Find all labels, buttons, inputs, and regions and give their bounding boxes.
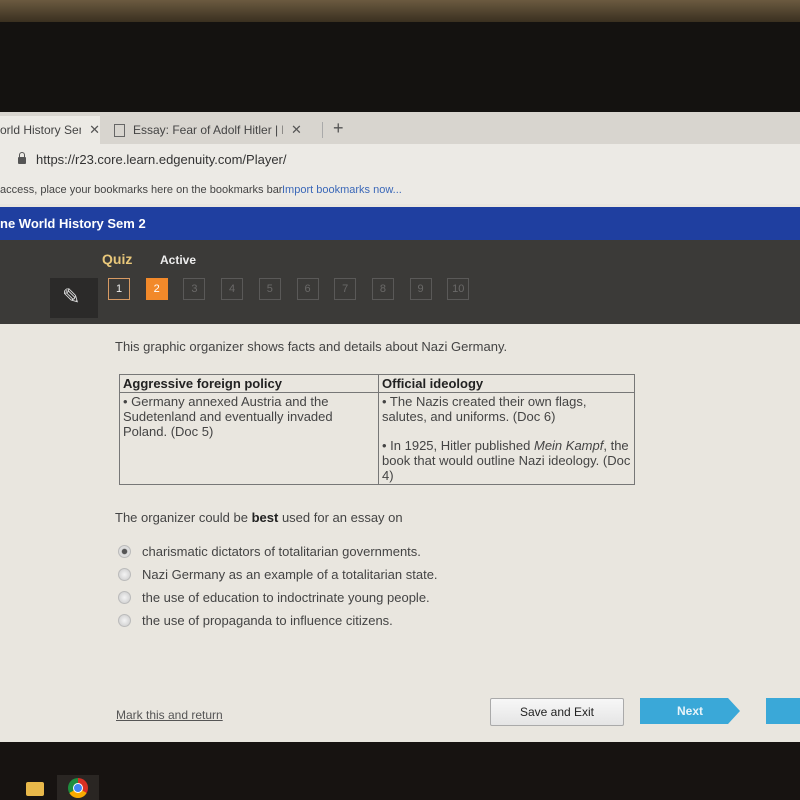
radio-button[interactable] <box>118 568 131 581</box>
answer-option[interactable]: the use of propaganda to influence citiz… <box>118 609 438 632</box>
question-number-3[interactable]: 3 <box>183 278 206 300</box>
question-panel: This graphic organizer shows facts and d… <box>102 324 800 740</box>
bookmarks-bar: access, place your bookmarks here on the… <box>0 176 800 204</box>
answer-option-label: the use of propaganda to influence citiz… <box>142 613 393 628</box>
ideology-item: • In 1925, Hitler published Mein Kampf, … <box>382 438 631 483</box>
question-number-7[interactable]: 7 <box>334 278 357 300</box>
bookmarks-message: access, place your bookmarks here on the… <box>0 184 285 196</box>
mark-and-return-link[interactable]: Mark this and return <box>116 708 223 722</box>
radio-button[interactable] <box>118 591 131 604</box>
question-number-6[interactable]: 6 <box>296 278 319 300</box>
quiz-nav-bar: Quiz Active ✎ 1 2 3 4 5 6 7 8 9 10 <box>0 240 800 324</box>
tab-world-history[interactable]: orld History Sem ✕ <box>0 116 100 144</box>
question-text: The organizer could be best used for an … <box>115 510 403 525</box>
submit-button[interactable] <box>766 698 800 724</box>
save-and-exit-button[interactable]: Save and Exit <box>490 698 624 726</box>
question-number-2[interactable]: 2 <box>145 278 168 300</box>
answer-option[interactable]: the use of education to indoctrinate you… <box>118 586 438 609</box>
close-tab-icon[interactable]: ✕ <box>89 122 100 138</box>
graphic-organizer-table: Aggressive foreign policy Official ideol… <box>119 374 635 485</box>
tab-essay[interactable]: Essay: Fear of Adolf Hitler | Phila ✕ <box>104 116 319 144</box>
answer-option[interactable]: charismatic dictators of totalitarian go… <box>118 540 438 563</box>
ideology-item: • The Nazis created their own flags, sal… <box>382 394 587 424</box>
question-number-9[interactable]: 9 <box>409 278 432 300</box>
file-explorer-icon[interactable] <box>26 782 44 796</box>
browser-window: orld History Sem ✕ Essay: Fear of Adolf … <box>0 112 800 742</box>
tab-separator <box>322 122 323 138</box>
question-number-1[interactable]: 1 <box>108 278 130 300</box>
answer-option-label: the use of education to indoctrinate you… <box>142 590 430 605</box>
quiz-status: Active <box>160 253 197 267</box>
question-number-5[interactable]: 5 <box>258 278 281 300</box>
lock-icon <box>18 152 26 164</box>
answer-option-label: charismatic dictators of totalitarian go… <box>142 544 421 559</box>
pencil-icon: ✎ <box>62 284 81 309</box>
answer-option-label: Nazi Germany as an example of a totalita… <box>142 567 438 582</box>
radio-button[interactable] <box>118 545 131 558</box>
address-bar[interactable]: https://r23.core.learn.edgenuity.com/Pla… <box>0 144 800 176</box>
question-number-4[interactable]: 4 <box>221 278 244 300</box>
monitor-bezel-black <box>0 22 800 112</box>
new-tab-button[interactable]: + <box>333 118 344 139</box>
next-button[interactable]: Next <box>640 698 740 724</box>
organizer-cell-foreign-policy: • Germany annexed Austria and the Sudete… <box>119 392 379 485</box>
document-icon <box>114 123 125 137</box>
question-number-10[interactable]: 10 <box>447 278 470 300</box>
import-bookmarks-link[interactable]: Import bookmarks now... <box>282 184 402 196</box>
taskbar <box>0 742 800 800</box>
tab-strip: orld History Sem ✕ Essay: Fear of Adolf … <box>0 112 800 144</box>
organizer-cell-ideology: • The Nazis created their own flags, sal… <box>378 392 635 485</box>
course-header: ne World History Sem 2 <box>0 207 800 240</box>
radio-button[interactable] <box>118 614 131 627</box>
answer-option[interactable]: Nazi Germany as an example of a totalita… <box>118 563 438 586</box>
organizer-header-ideology: Official ideology <box>378 374 635 393</box>
question-footer: Mark this and return Save and Exit Next <box>102 684 800 740</box>
monitor-bezel <box>0 0 800 22</box>
close-tab-icon[interactable]: ✕ <box>291 122 302 138</box>
organizer-header-foreign-policy: Aggressive foreign policy <box>119 374 379 393</box>
url-text[interactable]: https://r23.core.learn.edgenuity.com/Pla… <box>36 152 287 167</box>
answer-options: charismatic dictators of totalitarian go… <box>118 540 438 632</box>
question-prompt: This graphic organizer shows facts and d… <box>115 339 508 354</box>
quiz-label: Quiz <box>102 251 133 267</box>
notes-button[interactable]: ✎ <box>50 278 98 318</box>
chrome-taskbar-button[interactable] <box>57 775 99 800</box>
question-number-8[interactable]: 8 <box>371 278 394 300</box>
chrome-icon <box>68 778 88 798</box>
course-title: ne World History Sem 2 <box>0 216 146 231</box>
